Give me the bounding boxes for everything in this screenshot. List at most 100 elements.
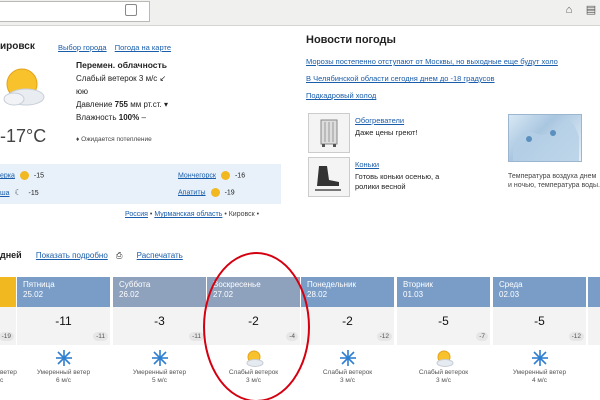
neighbor-name[interactable]: ерка bbox=[0, 172, 15, 179]
day-date: 02.03 bbox=[499, 290, 520, 299]
wind-speed: 3 м/с bbox=[436, 377, 451, 384]
day-temps-partial bbox=[588, 307, 600, 345]
day-header-partial[interactable] bbox=[588, 277, 600, 307]
day-header[interactable]: Пятница 25.02 bbox=[17, 277, 110, 307]
news-title: Новости погоды bbox=[306, 34, 396, 46]
promo-skates-link[interactable]: Коньки bbox=[355, 160, 379, 169]
page-icon[interactable] bbox=[125, 4, 137, 16]
wind-text: Слабый ветерок 3 м/с bbox=[76, 74, 158, 83]
weather-map-link[interactable]: Погода на карте bbox=[115, 43, 171, 52]
promo-text: Готовь коньки осенью, а ролики весной bbox=[355, 172, 440, 191]
day-header[interactable]: Суббота 26.02 bbox=[113, 277, 206, 307]
day-temp: -5 bbox=[534, 314, 545, 328]
promo-text: Даже цены греют! bbox=[355, 128, 418, 137]
day-date: 28.02 bbox=[307, 290, 328, 299]
day-header-partial[interactable] bbox=[0, 277, 16, 307]
day-name: Понедельник bbox=[307, 280, 356, 289]
day-header[interactable]: Среда 02.03 bbox=[493, 277, 586, 307]
day-header[interactable]: Понедельник 28.02 bbox=[301, 277, 394, 307]
choose-city-link[interactable]: Выбор города bbox=[58, 43, 107, 52]
day-date: 25.02 bbox=[23, 290, 44, 299]
map-caption: Температура воздуха днем и ночью, темпер… bbox=[508, 173, 600, 189]
annotation-circle bbox=[203, 252, 310, 400]
night-temp: -12 bbox=[568, 332, 584, 341]
day-date: 26.02 bbox=[119, 290, 140, 299]
promo-heaters-link[interactable]: Обогреватели bbox=[355, 116, 404, 125]
snowflake-icon bbox=[0, 347, 16, 369]
news-link[interactable]: В Челябинской области сегодня днем до -1… bbox=[306, 74, 495, 83]
city-links: Выбор города Погода на карте bbox=[58, 43, 177, 52]
wind-speed: с bbox=[0, 377, 4, 384]
pressure-value: 755 bbox=[114, 100, 128, 109]
heater-icon[interactable] bbox=[308, 113, 350, 153]
neighbor-cities: ерка -15 Мончегорск -16 ша ☾ -15 Апатиты -19 bbox=[0, 164, 281, 204]
sun-icon bbox=[19, 171, 29, 180]
neighbor-temp: -15 bbox=[33, 172, 45, 180]
day-weather-partial: ветер с bbox=[0, 345, 17, 400]
sun-cloud-icon bbox=[3, 68, 45, 106]
weather-text: Умеренный ветер bbox=[36, 369, 91, 376]
neighbor-item[interactable]: Мончегорск -16 bbox=[178, 171, 245, 180]
weather-text: Умеренный ветер bbox=[512, 369, 567, 376]
moon-icon: ☾ bbox=[14, 188, 22, 197]
temperature-map[interactable] bbox=[508, 114, 582, 162]
neighbor-name[interactable]: Мончегорск bbox=[178, 172, 216, 179]
day-weather: Умеренный ветер 6 м/с bbox=[17, 345, 110, 400]
sun-icon bbox=[220, 171, 230, 180]
night-temp: -19 bbox=[0, 332, 14, 341]
humidity-label: Влажность bbox=[76, 113, 117, 122]
day-temps: -11 -11 bbox=[17, 307, 110, 345]
day-weather: Умеренный ветер 4 м/с bbox=[493, 345, 586, 400]
trend-down-icon: ▾ bbox=[163, 100, 168, 109]
neighbor-item[interactable]: ерка -15 bbox=[0, 171, 44, 180]
snowflake-icon bbox=[301, 347, 394, 369]
neighbor-temp: -15 bbox=[28, 190, 39, 197]
day-temps: -2 -12 bbox=[301, 307, 394, 345]
night-temp: -7 bbox=[476, 332, 488, 341]
print-icon[interactable]: ▤ bbox=[584, 3, 598, 17]
print-link[interactable]: Распечатать bbox=[137, 251, 183, 260]
sun-icon bbox=[210, 188, 220, 197]
weather-text: Слабый ветерок bbox=[322, 369, 373, 376]
neighbor-name[interactable]: ша bbox=[0, 190, 10, 197]
neighbor-temp: -16 bbox=[234, 172, 246, 180]
skates-icon[interactable] bbox=[308, 157, 350, 197]
sun-cloud-icon bbox=[397, 347, 490, 369]
night-temp: -12 bbox=[376, 332, 392, 341]
pressure-label: Давление bbox=[76, 100, 113, 109]
day-temp: -5 bbox=[438, 314, 449, 328]
day-name: Пятница bbox=[23, 280, 55, 289]
night-temp: -11 bbox=[189, 332, 204, 341]
news-link[interactable]: Морозы постепенно отступают от Москвы, н… bbox=[306, 57, 558, 66]
news-link[interactable]: Подкадровый холод bbox=[306, 91, 376, 100]
trend-flat-icon: ‒ bbox=[141, 113, 146, 122]
warming-text: Ожидается потепление bbox=[81, 136, 152, 143]
breadcrumb-city: Кировск bbox=[228, 211, 255, 218]
weather-text: Умеренный ветер bbox=[132, 369, 187, 376]
wind-arrow-icon: ↙ bbox=[159, 74, 167, 83]
current-conditions: Перемен. облачность Слабый ветерок 3 м/с… bbox=[76, 59, 168, 124]
day-temps: -5 -12 bbox=[493, 307, 586, 345]
day-header[interactable]: Вторник 01.03 bbox=[397, 277, 490, 307]
day-weather: Слабый ветерок 3 м/с bbox=[301, 345, 394, 400]
day-name: Суббота bbox=[119, 280, 151, 289]
day-temp: -2 bbox=[342, 314, 353, 328]
snowflake-icon bbox=[17, 347, 110, 369]
home-icon[interactable]: ⌂ bbox=[562, 3, 576, 17]
neighbor-temp: -19 bbox=[224, 189, 235, 197]
forecast-header: дней Показать подробно ⎙ Распечатать bbox=[0, 250, 183, 261]
wind-speed: 4 м/с bbox=[532, 377, 547, 384]
breadcrumb-region[interactable]: Мурманская область bbox=[154, 211, 222, 218]
thermometer-icon: ♦ bbox=[76, 136, 80, 143]
neighbor-item[interactable]: ша ☾ -15 bbox=[0, 188, 39, 197]
day-temp: -11 bbox=[55, 314, 72, 328]
current-temperature: -17°C bbox=[0, 126, 47, 146]
forecast-title: дней bbox=[0, 250, 22, 260]
show-detail-link[interactable]: Показать подробно bbox=[36, 251, 108, 260]
wind-speed: 3 м/с bbox=[340, 377, 355, 384]
night-temp: -11 bbox=[93, 332, 108, 341]
breadcrumb-country[interactable]: Россия bbox=[125, 211, 148, 218]
neighbor-name[interactable]: Апатиты bbox=[178, 189, 206, 196]
printer-icon[interactable]: ⎙ bbox=[116, 251, 122, 260]
neighbor-item[interactable]: Апатиты -19 bbox=[178, 188, 235, 197]
